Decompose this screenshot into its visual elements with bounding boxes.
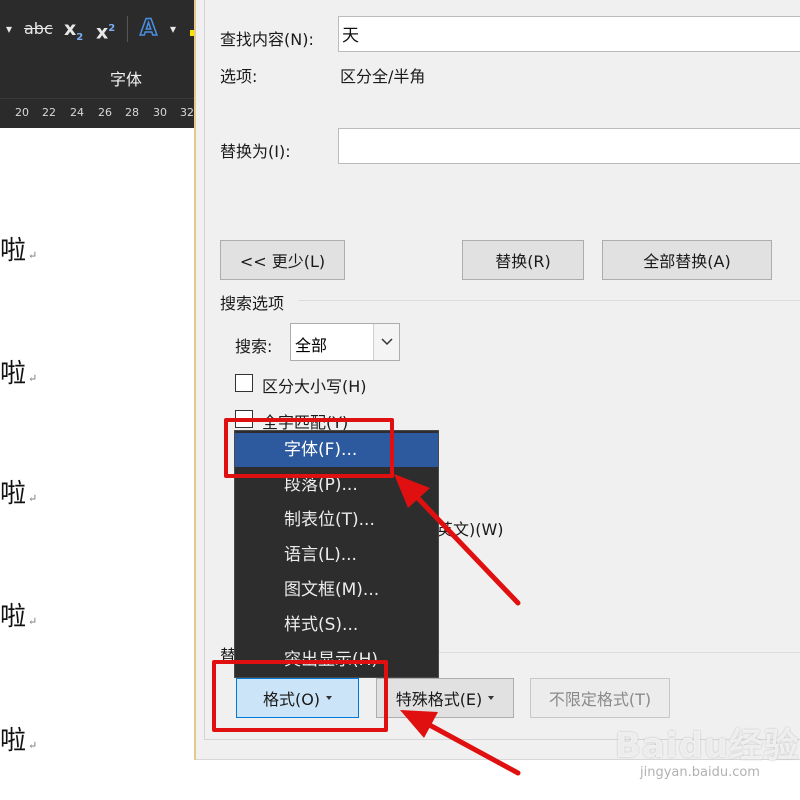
arrow-to-format-icon: [400, 710, 521, 776]
annotation-arrows: [394, 474, 521, 776]
watermark-url: jingyan.baidu.com: [640, 765, 760, 780]
baidu-watermark: Baidu经验: [615, 726, 800, 766]
arrow-to-font-icon: [394, 474, 521, 606]
